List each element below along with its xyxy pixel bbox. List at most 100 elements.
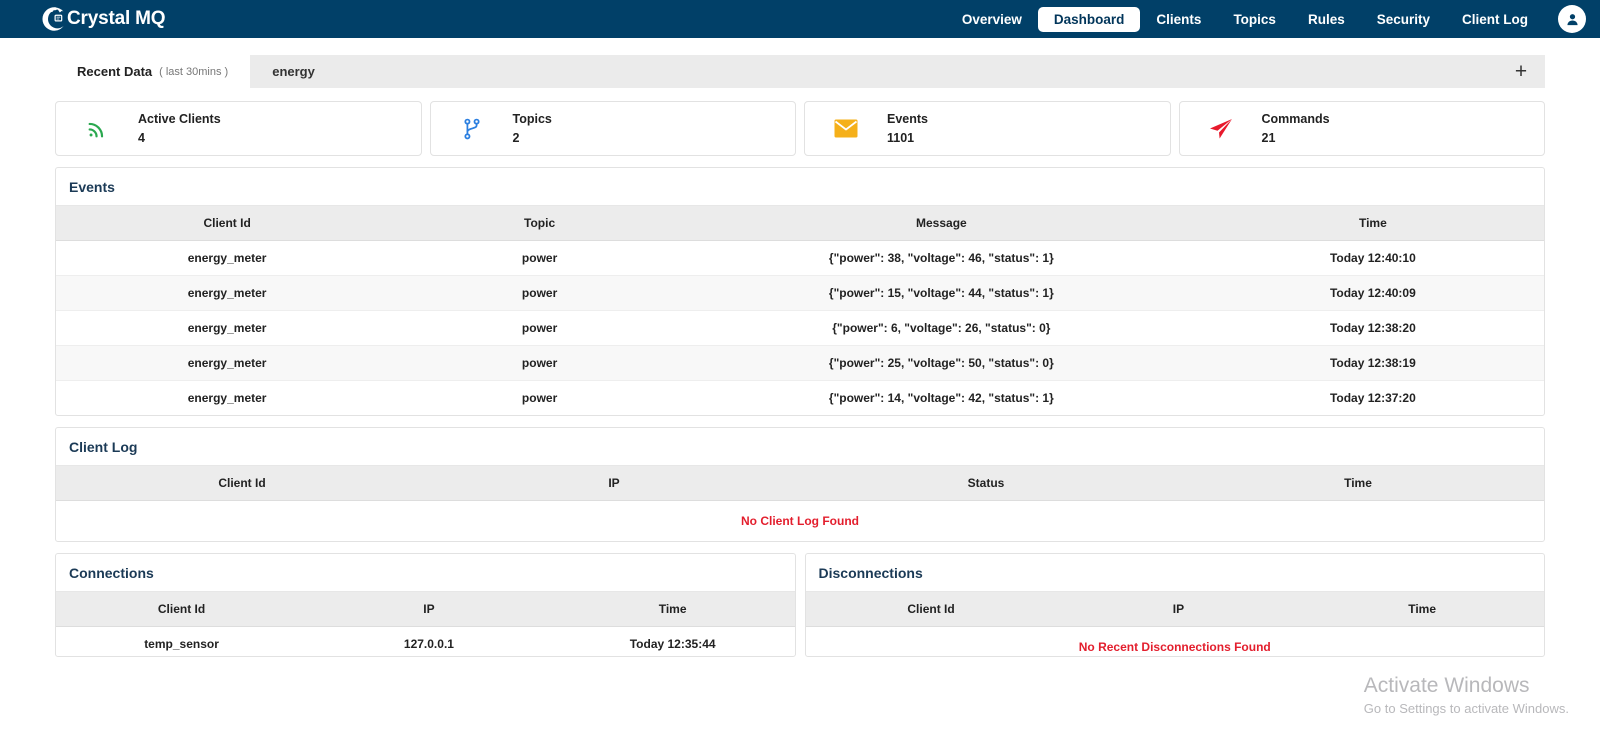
stat-label-commands: Commands <box>1261 112 1330 127</box>
cell-client-id: energy_meter <box>187 391 267 405</box>
tab-recent-data[interactable]: Recent Data ( last 30mins ) <box>55 55 251 88</box>
nav-item-clients[interactable]: Clients <box>1140 7 1217 32</box>
connections-table: Client Id IP Time temp_sensor 127.0.0.1 … <box>56 592 795 656</box>
client-log-panel-title: Client Log <box>56 428 1544 466</box>
table-row[interactable]: temp_sensor 127.0.0.1 Today 12:35:44 <box>56 626 795 656</box>
stat-value-commands: 21 <box>1261 130 1276 145</box>
table-row[interactable]: energy_meter power {"power": 14, "voltag… <box>56 381 1544 416</box>
client-log-panel: Client Log Client Id IP Status Time No C… <box>55 427 1545 542</box>
stat-card-topics[interactable]: Topics 2 <box>429 101 796 156</box>
stat-card-commands[interactable]: Commands 21 <box>1178 101 1545 156</box>
brand-title: Crystal MQ <box>67 8 166 29</box>
table-row[interactable]: energy_meter power {"power": 25, "voltag… <box>56 345 1544 381</box>
table-row[interactable]: energy_meter power {"power": 15, "voltag… <box>56 275 1544 311</box>
events-col-message: Message <box>680 206 1202 241</box>
stat-label-events: Events <box>887 112 928 127</box>
table-row[interactable]: energy_meter power {"power": 6, "voltage… <box>56 310 1544 346</box>
client-log-header-row: Client Id IP Status Time <box>56 466 1544 501</box>
tab-strip: Recent Data ( last 30mins ) energy + <box>55 55 1545 88</box>
watermark-title: Activate Windows <box>1363 673 1530 697</box>
cell-message: {"power": 6, "voltage": 26, "status": 0} <box>680 310 1202 346</box>
signal-rss-icon <box>84 116 110 142</box>
watermark-subtitle: Go to Settings to activate Windows. <box>1363 701 1569 716</box>
cell-message: {"power": 38, "voltage": 46, "status": 1… <box>680 240 1202 276</box>
table-row[interactable]: energy_meter power {"power": 38, "voltag… <box>56 240 1544 276</box>
nav-item-dashboard[interactable]: Dashboard <box>1037 6 1141 32</box>
stat-card-events[interactable]: Events 1101 <box>804 101 1171 156</box>
disconnections-table: Client Id IP Time <box>805 592 1544 627</box>
connections-col-ip: IP <box>307 592 551 627</box>
top-navigation-bar: Crystal MQ Overview Dashboard Clients To… <box>0 0 1600 38</box>
cell-time: Today 12:37:20 <box>1329 391 1416 405</box>
disconnections-empty-message: No Recent Disconnections Found <box>1078 640 1271 654</box>
nav-item-overview[interactable]: Overview <box>946 7 1038 32</box>
events-table-body: energy_meter power {"power": 38, "voltag… <box>56 240 1544 416</box>
connections-col-client-id: Client Id <box>56 592 308 627</box>
stat-value-active-clients: 4 <box>138 130 145 145</box>
tab-energy[interactable]: energy <box>250 55 337 88</box>
disconnections-panel: Disconnections Client Id IP Time No Rece… <box>804 553 1545 657</box>
cell-client-id: energy_meter <box>56 275 399 311</box>
cell-client-id: energy_meter <box>56 345 399 381</box>
cell-topic: power <box>398 310 681 346</box>
envelope-icon <box>833 116 859 142</box>
client-log-empty-message: No Client Log Found <box>741 514 859 528</box>
connections-col-time: Time <box>550 592 795 627</box>
tab-energy-label: energy <box>272 64 315 79</box>
cell-message: {"power": 25, "voltage": 50, "status": 0… <box>680 345 1202 381</box>
disconnections-col-ip: IP <box>1056 592 1301 627</box>
nav-item-security[interactable]: Security <box>1361 7 1446 32</box>
stat-value-topics: 2 <box>512 130 520 145</box>
cell-topic: power <box>398 275 681 311</box>
connections-panel: Connections Client Id IP Time temp_senso… <box>55 553 796 657</box>
stat-card-active-clients[interactable]: Active Clients 4 <box>55 101 422 156</box>
connections-header-row: Client Id IP Time <box>56 592 795 627</box>
cell-topic: power <box>398 240 681 276</box>
cell-time: Today 12:35:44 <box>550 626 795 656</box>
cell-topic: power <box>521 391 558 405</box>
stat-value-events: 1101 <box>887 130 915 145</box>
disconnections-col-time: Time <box>1300 592 1544 627</box>
code-branch-icon <box>459 116 485 142</box>
events-table: Client Id Topic Message Time energy_mete… <box>56 206 1544 415</box>
events-col-topic: Topic <box>398 206 681 241</box>
user-avatar-button[interactable] <box>1558 5 1586 33</box>
client-log-table: Client Id IP Status Time <box>56 466 1544 501</box>
disconnections-panel-title: Disconnections <box>805 554 1544 592</box>
main-nav: Overview Dashboard Clients Topics Rules … <box>946 5 1592 33</box>
cell-time: Today 12:38:19 <box>1201 345 1544 381</box>
nav-item-topics[interactable]: Topics <box>1217 7 1292 32</box>
events-col-client-id: Client Id <box>56 206 399 241</box>
cell-client-id: energy_meter <box>56 240 399 276</box>
stat-label-topics: Topics <box>512 112 552 127</box>
client-log-col-status: Status <box>800 466 1172 501</box>
nav-item-rules[interactable]: Rules <box>1292 7 1361 32</box>
events-panel-title: Events <box>56 168 1544 206</box>
brand[interactable]: Crystal MQ <box>42 4 166 34</box>
cell-time: Today 12:40:10 <box>1201 240 1544 276</box>
activate-windows-watermark: Activate Windows Go to Settings to activ… <box>1364 670 1569 717</box>
user-avatar-icon <box>1566 13 1578 25</box>
nav-item-client-log[interactable]: Client Log <box>1446 7 1544 32</box>
cell-message: {"power": 14, "voltage": 42, "status": 1… <box>828 391 1054 405</box>
client-log-col-client-id: Client Id <box>56 466 428 501</box>
disconnections-header-row: Client Id IP Time <box>805 592 1544 627</box>
cell-client-id: temp_sensor <box>56 626 308 656</box>
cell-topic: power <box>398 345 681 381</box>
connections-panel-title: Connections <box>56 554 795 592</box>
cell-time: Today 12:40:09 <box>1201 275 1544 311</box>
cell-message: {"power": 15, "voltage": 44, "status": 1… <box>680 275 1202 311</box>
stat-cards: Active Clients 4 Topics 2 Events 1101 Co… <box>55 101 1545 156</box>
cell-time: Today 12:38:20 <box>1201 310 1544 346</box>
events-panel: Events Client Id Topic Message Time ener… <box>55 167 1545 416</box>
cell-ip: 127.0.0.1 <box>307 626 551 656</box>
connections-table-body: temp_sensor 127.0.0.1 Today 12:35:44 <box>56 626 795 656</box>
events-table-header-row: Client Id Topic Message Time <box>56 206 1544 241</box>
stat-label-active-clients: Active Clients <box>138 112 221 127</box>
tab-recent-data-label: Recent Data <box>77 64 153 79</box>
tab-recent-data-sublabel: ( last 30mins ) <box>159 65 229 78</box>
cell-client-id: energy_meter <box>56 310 399 346</box>
add-tab-button[interactable]: + <box>1497 55 1545 88</box>
client-log-col-time: Time <box>1172 466 1544 501</box>
connections-split-row: Connections Client Id IP Time temp_senso… <box>55 553 1545 657</box>
